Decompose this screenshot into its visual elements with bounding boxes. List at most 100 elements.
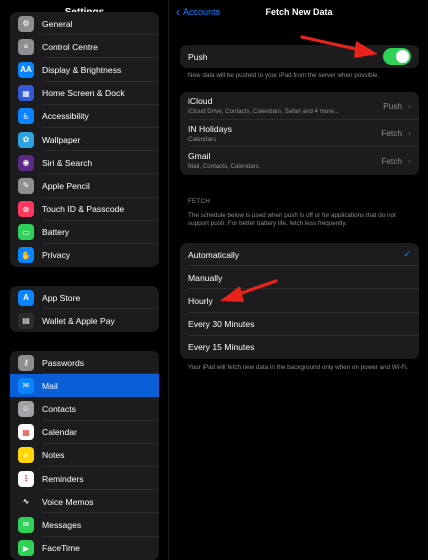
sidebar-item-label: Accessibility bbox=[42, 111, 89, 122]
account-subtitle: Mail, Contacts, Calendars bbox=[188, 163, 259, 171]
sidebar-item-label: Wallpaper bbox=[42, 134, 81, 145]
sidebar-item-label: Battery bbox=[42, 227, 70, 238]
account-name: IN Holidays bbox=[188, 123, 232, 134]
mail-icon: ✉ bbox=[18, 377, 34, 394]
account-value: Push › bbox=[383, 101, 411, 111]
back-button[interactable]: ‹ Accounts bbox=[176, 4, 220, 19]
sidebar-item-display-brightness[interactable]: AA Display & Brightness bbox=[10, 58, 159, 82]
account-mode: Fetch bbox=[381, 155, 402, 166]
messages-icon: ✉ bbox=[18, 516, 34, 533]
account-value: Fetch › bbox=[381, 156, 411, 166]
fetch-option-label: Every 30 Minutes bbox=[188, 319, 255, 330]
chevron-left-icon: ‹ bbox=[176, 4, 180, 19]
fingerprint-icon: ⊚ bbox=[18, 201, 34, 218]
notes-icon: ≡ bbox=[18, 447, 34, 464]
settings-sidebar: Settings ⚙General≡Control CentreAADispla… bbox=[0, 0, 169, 560]
wallpaper-icon: ✿ bbox=[18, 131, 34, 148]
account-row-gmail[interactable]: Gmail Mail, Contacts, Calendars Fetch › bbox=[180, 147, 419, 175]
account-text: IN Holidays Calendars bbox=[188, 124, 232, 143]
sidebar-item-label: Calendar bbox=[42, 427, 77, 438]
sidebar-item-label: FaceTime bbox=[42, 543, 80, 554]
annotation-arrow-push bbox=[300, 35, 378, 58]
fetch-option-label: Every 15 Minutes bbox=[188, 342, 255, 353]
sidebar-item-label: Mail bbox=[42, 380, 58, 391]
reminders-icon: ⋮ bbox=[18, 470, 34, 487]
account-row-in-holidays[interactable]: IN Holidays Calendars Fetch › bbox=[180, 120, 419, 148]
accounts-card: iCloud iCloud Drive, Contacts, Calendars,… bbox=[180, 92, 419, 175]
sidebar-item-label: Siri & Search bbox=[42, 157, 93, 168]
sidebar-item-battery[interactable]: ▭ Battery bbox=[10, 221, 159, 244]
chevron-right-icon: › bbox=[408, 128, 411, 139]
sidebar-item-calendar[interactable]: ▦ Calendar bbox=[10, 421, 159, 444]
sidebar-item-voice-memos[interactable]: ∿ Voice Memos bbox=[10, 490, 159, 514]
sidebar-item-wallet-apple-pay[interactable]: ▤ Wallet & Apple Pay bbox=[10, 309, 159, 332]
sidebar-item-notes[interactable]: ≡ Notes bbox=[10, 444, 159, 467]
sidebar-item-facetime[interactable]: ▶ FaceTime bbox=[10, 537, 159, 560]
sidebar-item-touch-id-passcode[interactable]: ⊚ Touch ID & Passcode bbox=[10, 198, 159, 221]
fetch-option-label: Automatically bbox=[188, 249, 240, 260]
gear-icon: ⚙ bbox=[18, 15, 34, 32]
fetch-new-data-panel: ‹ Accounts Fetch New Data Push New data … bbox=[170, 0, 428, 560]
contacts-icon: ☺ bbox=[18, 400, 34, 417]
account-mode: Fetch bbox=[381, 128, 402, 139]
toggle-knob bbox=[396, 50, 409, 63]
sidebar-item-contacts[interactable]: ☺ Contacts bbox=[10, 397, 159, 421]
home-screen-icon: ▦ bbox=[18, 85, 34, 102]
fetch-option-manually[interactable]: Manually bbox=[180, 266, 419, 290]
sidebar-item-passwords[interactable]: ⚷ Passwords bbox=[10, 351, 159, 375]
sidebar-item-app-store[interactable]: A App Store bbox=[10, 286, 159, 309]
sidebar-item-label: Contacts bbox=[42, 403, 76, 414]
sidebar-item-label: Apple Pencil bbox=[42, 180, 90, 191]
privacy-hand-icon: ✋ bbox=[18, 247, 34, 264]
account-value: Fetch › bbox=[381, 128, 411, 138]
fetch-options-card: Automatically ✓ Manually Hourly Every 30 Min… bbox=[180, 243, 419, 359]
battery-icon: ▭ bbox=[18, 224, 34, 241]
chevron-right-icon: › bbox=[408, 100, 411, 111]
account-subtitle: Calendars bbox=[188, 135, 217, 143]
sidebar-item-label: Reminders bbox=[42, 473, 84, 484]
sidebar-item-control-centre[interactable]: ≡ Control Centre bbox=[10, 35, 159, 59]
fetch-option-label: Hourly bbox=[188, 295, 213, 306]
sidebar-item-home-screen-dock[interactable]: ▦ Home Screen & Dock bbox=[10, 82, 159, 105]
sidebar-item-label: Touch ID & Passcode bbox=[42, 204, 125, 215]
fetch-option-hourly[interactable]: Hourly bbox=[180, 289, 419, 313]
sidebar-item-messages[interactable]: ✉ Messages bbox=[10, 513, 159, 537]
sidebar-item-apple-pencil[interactable]: ✎ Apple Pencil bbox=[10, 174, 159, 198]
control-centre-icon: ≡ bbox=[18, 38, 34, 55]
sidebar-item-label: Display & Brightness bbox=[42, 64, 122, 75]
fetch-option-every-30-minutes[interactable]: Every 30 Minutes bbox=[180, 313, 419, 336]
sidebar-item-label: Notes bbox=[42, 450, 65, 461]
account-text: Gmail Mail, Contacts, Calendars bbox=[188, 151, 259, 170]
push-toggle[interactable] bbox=[383, 48, 411, 65]
sidebar-item-label: Home Screen & Dock bbox=[42, 88, 125, 99]
sidebar-item-reminders[interactable]: ⋮ Reminders bbox=[10, 467, 159, 491]
sidebar-item-label: Passwords bbox=[42, 357, 85, 368]
sidebar-group-system: ⚙ General ≡ Control Centre AA Display & Brigh… bbox=[10, 12, 159, 268]
sidebar-item-privacy[interactable]: ✋ Privacy bbox=[10, 244, 159, 267]
push-footnote: New data will be pushed to your iPad fro… bbox=[188, 72, 380, 79]
siri-icon: ◉ bbox=[18, 154, 34, 171]
sidebar-item-mail[interactable]: ✉ Mail bbox=[10, 374, 159, 398]
sidebar-item-label: App Store bbox=[42, 292, 81, 303]
account-text: iCloud iCloud Drive, Contacts, Calendars,… bbox=[188, 96, 339, 115]
voice-memos-icon: ∿ bbox=[18, 493, 34, 510]
fetch-option-automatically[interactable]: Automatically ✓ bbox=[180, 243, 419, 267]
sidebar-item-label: Messages bbox=[42, 519, 82, 530]
sidebar-item-siri-search[interactable]: ◉ Siri & Search bbox=[10, 151, 159, 175]
annotation-arrow-hourly bbox=[220, 279, 278, 302]
sidebar-item-general[interactable]: ⚙ General bbox=[10, 12, 159, 36]
fetch-section-header: FETCH bbox=[188, 198, 210, 205]
sidebar-item-label: Wallet & Apple Pay bbox=[42, 315, 115, 326]
sidebar-item-wallpaper[interactable]: ✿ Wallpaper bbox=[10, 128, 159, 152]
display-brightness-icon: AA bbox=[18, 61, 34, 78]
checkmark-icon: ✓ bbox=[403, 249, 411, 260]
sidebar-item-label: General bbox=[42, 18, 73, 29]
accessibility-icon: ♿ bbox=[18, 108, 34, 125]
fetch-option-every-15-minutes[interactable]: Every 15 Minutes bbox=[180, 336, 419, 359]
push-label: Push bbox=[188, 51, 208, 62]
sidebar-item-accessibility[interactable]: ♿ Accessibility bbox=[10, 105, 159, 128]
facetime-icon: ▶ bbox=[18, 540, 34, 557]
fetch-description: The schedule below is used when push is … bbox=[188, 212, 396, 228]
account-row-icloud[interactable]: iCloud iCloud Drive, Contacts, Calendars,… bbox=[180, 92, 419, 120]
sidebar-item-label: Privacy bbox=[42, 250, 71, 261]
